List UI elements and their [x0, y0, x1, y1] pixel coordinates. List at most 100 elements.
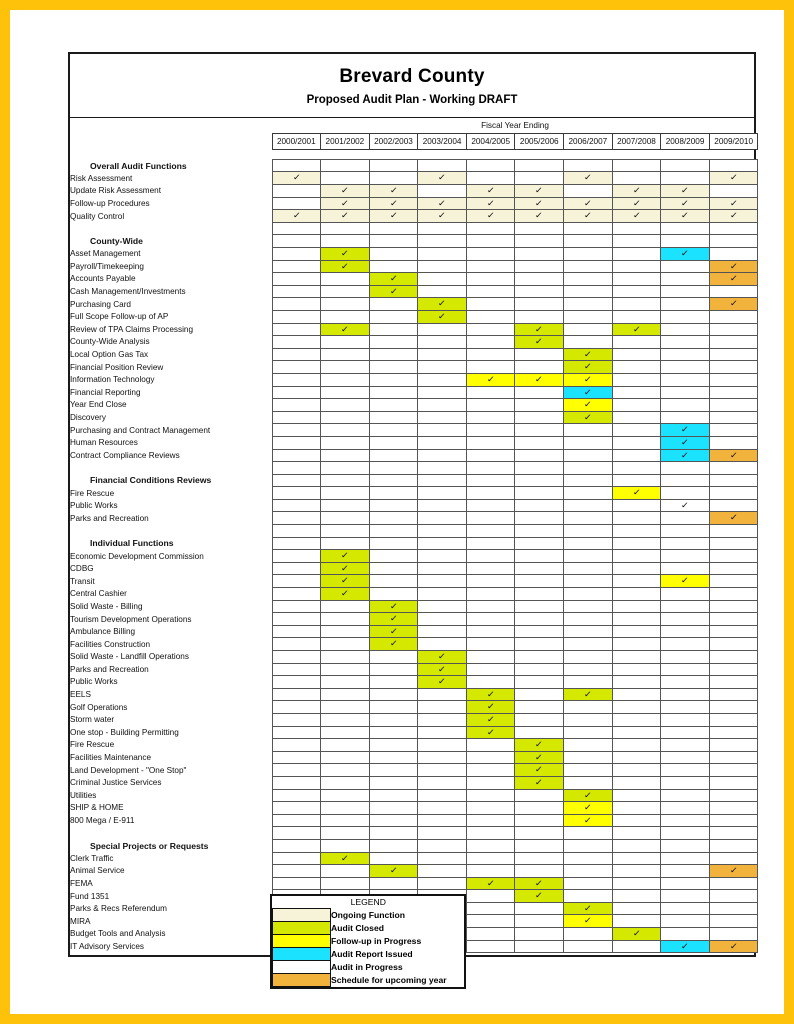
audit-cell-empty[interactable]	[465, 423, 516, 437]
audit-cell-empty[interactable]	[417, 272, 467, 286]
audit-cell-empty[interactable]	[611, 360, 662, 374]
audit-cell-empty[interactable]	[417, 221, 467, 236]
audit-cell-empty[interactable]	[320, 385, 370, 400]
audit-cell-empty[interactable]	[514, 297, 565, 311]
audit-cell-empty[interactable]	[611, 838, 662, 853]
audit-cell-empty[interactable]	[465, 889, 516, 903]
audit-cell-marked[interactable]: ✓	[514, 322, 565, 337]
audit-cell-marked[interactable]: ✓	[320, 851, 370, 866]
audit-cell-empty[interactable]	[563, 284, 613, 299]
audit-cell-empty[interactable]	[465, 473, 516, 488]
audit-cell-empty[interactable]	[563, 461, 613, 475]
audit-cell-empty[interactable]	[320, 612, 370, 626]
audit-cell-empty[interactable]	[514, 259, 565, 274]
audit-cell-marked[interactable]: ✓	[708, 209, 759, 223]
audit-cell-empty[interactable]	[465, 864, 516, 878]
audit-cell-empty[interactable]	[320, 775, 370, 790]
audit-cell-empty[interactable]	[320, 864, 370, 878]
audit-cell-empty[interactable]	[368, 838, 419, 853]
audit-cell-marked[interactable]: ✓	[611, 486, 662, 500]
audit-cell-empty[interactable]	[320, 712, 370, 727]
audit-cell-empty[interactable]	[563, 826, 613, 840]
audit-cell-empty[interactable]	[368, 813, 419, 828]
audit-cell-empty[interactable]	[271, 851, 322, 866]
audit-cell-empty[interactable]	[320, 838, 370, 853]
audit-cell-empty[interactable]	[417, 700, 467, 714]
audit-cell-empty[interactable]	[271, 259, 322, 274]
audit-cell-empty[interactable]	[660, 876, 710, 891]
audit-cell-empty[interactable]	[708, 574, 759, 589]
audit-cell-empty[interactable]	[465, 398, 516, 412]
audit-cell-empty[interactable]	[563, 864, 613, 878]
audit-cell-empty[interactable]	[611, 511, 662, 526]
audit-cell-empty[interactable]	[465, 813, 516, 828]
audit-cell-empty[interactable]	[611, 385, 662, 400]
audit-cell-empty[interactable]	[417, 360, 467, 374]
audit-cell-marked[interactable]: ✓	[660, 435, 710, 450]
audit-cell-empty[interactable]	[417, 410, 467, 425]
audit-cell-empty[interactable]	[708, 347, 759, 362]
audit-cell-empty[interactable]	[465, 284, 516, 299]
audit-cell-empty[interactable]	[708, 725, 759, 740]
audit-cell-empty[interactable]	[271, 587, 322, 601]
audit-cell-empty[interactable]	[660, 775, 710, 790]
audit-cell-empty[interactable]	[563, 838, 613, 853]
audit-cell-empty[interactable]	[660, 398, 710, 412]
audit-cell-empty[interactable]	[368, 826, 419, 840]
audit-cell-empty[interactable]	[708, 234, 759, 248]
audit-cell-marked[interactable]: ✓	[417, 650, 467, 664]
audit-cell-empty[interactable]	[417, 322, 467, 337]
audit-cell-empty[interactable]	[660, 662, 710, 677]
audit-cell-empty[interactable]	[563, 889, 613, 903]
audit-cell-empty[interactable]	[368, 524, 419, 538]
audit-cell-empty[interactable]	[660, 788, 710, 803]
audit-cell-empty[interactable]	[271, 423, 322, 437]
audit-cell-empty[interactable]	[417, 826, 467, 840]
audit-cell-empty[interactable]	[465, 322, 516, 337]
audit-cell-empty[interactable]	[563, 524, 613, 538]
audit-cell-marked[interactable]: ✓	[514, 775, 565, 790]
audit-cell-marked[interactable]: ✓	[611, 927, 662, 941]
audit-cell-empty[interactable]	[417, 813, 467, 828]
audit-cell-empty[interactable]	[417, 448, 467, 463]
audit-cell-empty[interactable]	[320, 813, 370, 828]
audit-cell-empty[interactable]	[465, 675, 516, 689]
audit-cell-marked[interactable]: ✓	[465, 209, 516, 223]
audit-cell-empty[interactable]	[271, 461, 322, 475]
audit-cell-empty[interactable]	[271, 435, 322, 450]
audit-cell-empty[interactable]	[514, 221, 565, 236]
audit-cell-empty[interactable]	[563, 587, 613, 601]
audit-cell-empty[interactable]	[417, 423, 467, 437]
audit-cell-empty[interactable]	[417, 184, 467, 198]
audit-cell-empty[interactable]	[563, 763, 613, 777]
audit-cell-empty[interactable]	[368, 158, 419, 173]
audit-cell-empty[interactable]	[368, 574, 419, 589]
audit-cell-empty[interactable]	[563, 662, 613, 677]
audit-cell-empty[interactable]	[514, 284, 565, 299]
audit-cell-empty[interactable]	[660, 901, 710, 916]
audit-cell-empty[interactable]	[417, 750, 467, 765]
audit-cell-marked[interactable]: ✓	[514, 184, 565, 198]
audit-cell-empty[interactable]	[271, 675, 322, 689]
audit-cell-empty[interactable]	[611, 750, 662, 765]
audit-cell-marked[interactable]: ✓	[320, 549, 370, 563]
audit-cell-marked[interactable]: ✓	[563, 385, 613, 400]
audit-cell-marked[interactable]: ✓	[465, 725, 516, 740]
audit-cell-empty[interactable]	[368, 448, 419, 463]
audit-cell-empty[interactable]	[271, 322, 322, 337]
audit-cell-empty[interactable]	[320, 335, 370, 349]
audit-cell-empty[interactable]	[708, 889, 759, 903]
audit-cell-empty[interactable]	[368, 234, 419, 248]
audit-cell-empty[interactable]	[611, 158, 662, 173]
audit-cell-empty[interactable]	[320, 221, 370, 236]
audit-cell-marked[interactable]: ✓	[417, 675, 467, 689]
audit-cell-empty[interactable]	[708, 901, 759, 916]
audit-cell-empty[interactable]	[368, 536, 419, 551]
audit-cell-empty[interactable]	[563, 448, 613, 463]
audit-cell-empty[interactable]	[563, 675, 613, 689]
audit-cell-empty[interactable]	[514, 599, 565, 614]
audit-cell-empty[interactable]	[611, 297, 662, 311]
audit-cell-empty[interactable]	[271, 687, 322, 702]
audit-cell-empty[interactable]	[611, 599, 662, 614]
audit-cell-empty[interactable]	[271, 511, 322, 526]
